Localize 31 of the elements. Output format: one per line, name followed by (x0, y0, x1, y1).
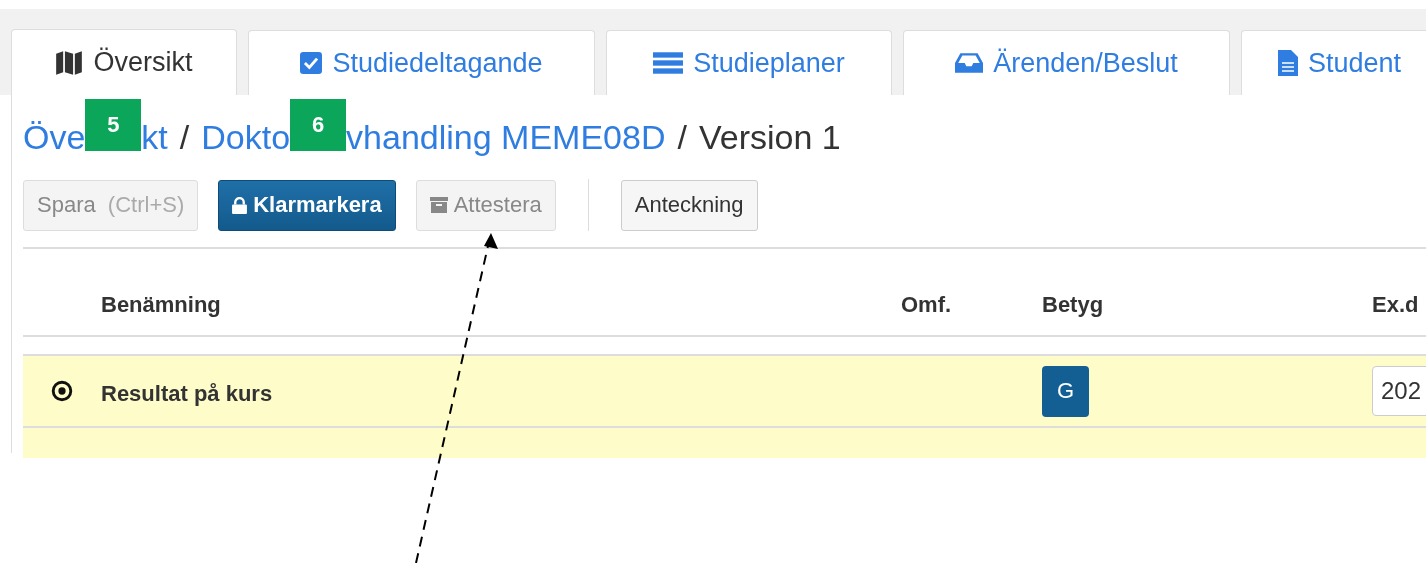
breadcrumb-link[interactable]: Dokto (201, 117, 291, 157)
column-header: Omf. (901, 291, 953, 318)
tab[interactable]: Student (1241, 30, 1426, 95)
table-cell-text: Resultat på kurs (101, 380, 274, 407)
document-icon (1278, 50, 1298, 76)
column-header: Benämning (101, 291, 222, 318)
tab[interactable]: Studiedeltagande (248, 30, 595, 95)
column-header: Ex.d (1372, 291, 1419, 318)
breadcrumb-current: Version 1 (698, 117, 841, 157)
mark-ready-button[interactable]: Klarmarkera (218, 179, 396, 231)
radio-selected-icon[interactable] (51, 380, 73, 402)
grade-badge: G (1042, 365, 1089, 417)
tab[interactable]: Ärenden/Beslut (903, 30, 1230, 95)
tab[interactable]: Studieplaner (606, 30, 892, 95)
column-header: Betyg (1042, 291, 1105, 318)
list-icon (653, 52, 684, 74)
number-marker: 5 (85, 99, 142, 151)
number-marker: 6 (290, 99, 347, 151)
date-field[interactable]: 202 (1372, 366, 1426, 416)
checkbox-icon (300, 52, 323, 74)
breadcrumb-separator: / (179, 117, 190, 157)
tab[interactable]: Översikt (11, 29, 237, 95)
breadcrumb-separator: / (677, 117, 687, 157)
breadcrumb-link[interactable]: vhandling MEME08D (346, 117, 666, 157)
archive-icon (429, 197, 448, 213)
inbox-icon (955, 53, 984, 73)
breadcrumb-link[interactable]: kt (141, 117, 168, 157)
lock-icon (232, 196, 248, 214)
map-icon (55, 49, 84, 76)
toolbar-button[interactable]: Anteckning (620, 179, 758, 231)
breadcrumb-link[interactable]: Öve (23, 117, 86, 157)
